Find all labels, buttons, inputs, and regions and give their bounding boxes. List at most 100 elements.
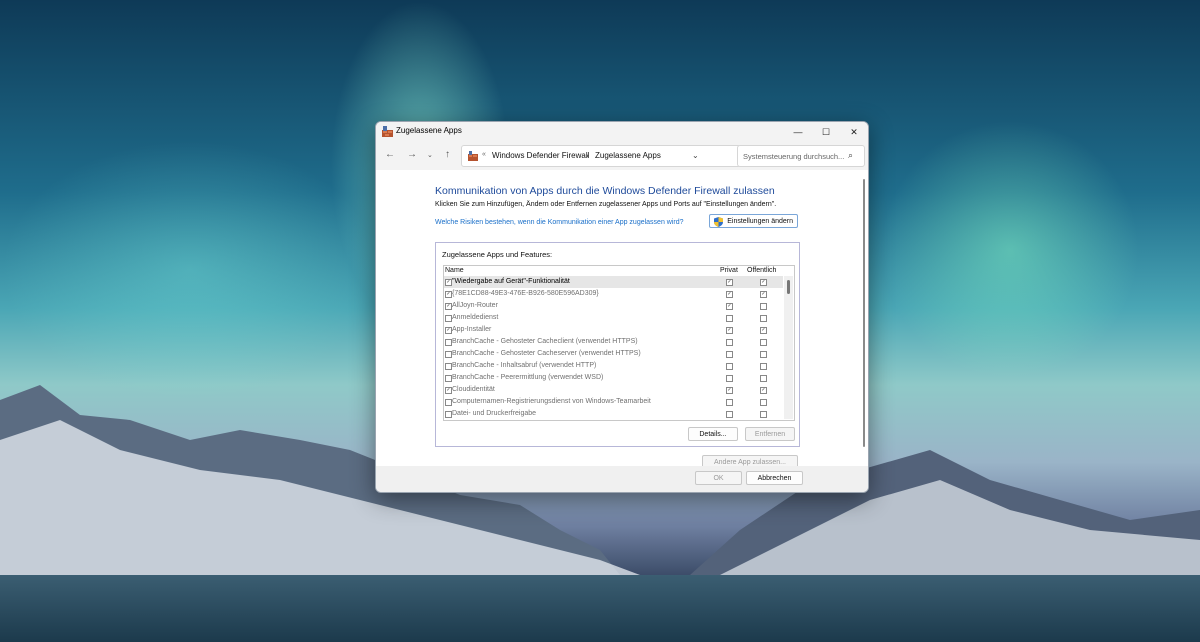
enable-checkbox[interactable] (445, 363, 452, 370)
app-name: Computernamen-Registrierungsdienst von W… (452, 398, 651, 405)
recent-locations-chevron-icon[interactable]: ⌄ (427, 151, 433, 159)
lake-water (0, 575, 1200, 642)
list-item[interactable]: BranchCache - Gehosteter Cacheserver (ve… (444, 348, 783, 360)
app-name: BranchCache - Inhaltsabruf (verwendet HT… (452, 362, 597, 369)
enable-checkbox[interactable] (445, 315, 452, 322)
private-checkbox[interactable] (726, 315, 733, 322)
list-item[interactable]: BranchCache - Peerermittlung (verwendet … (444, 372, 783, 384)
app-name: BranchCache - Gehosteter Cacheserver (ve… (452, 350, 641, 357)
search-input[interactable]: Systemsteuerung durchsuch... ⌕ (737, 145, 865, 167)
public-checkbox[interactable] (760, 411, 767, 418)
search-icon[interactable]: ⌕ (848, 150, 853, 161)
enable-checkbox[interactable]: ✓ (445, 303, 452, 310)
page-description: Klicken Sie zum Hinzufügen, Ändern oder … (435, 201, 777, 208)
page-heading: Kommunikation von Apps durch die Windows… (435, 185, 775, 197)
private-checkbox[interactable]: ✓ (726, 279, 733, 286)
allowed-apps-window: Zugelassene Apps — ☐ ✕ ← → ⌄ ↑ « Windows… (375, 121, 869, 493)
list-item[interactable]: ✓ "Wiedergabe auf Gerät"-Funktionalität … (444, 276, 783, 288)
risk-info-link[interactable]: Welche Risiken bestehen, wenn die Kommun… (435, 218, 705, 228)
details-button[interactable]: Details... (688, 427, 738, 441)
enable-checkbox[interactable] (445, 351, 452, 358)
change-settings-button[interactable]: Einstellungen ändern (709, 214, 798, 228)
navigation-bar: ← → ⌄ ↑ « Windows Defender Firewall › Zu… (376, 142, 868, 170)
public-checkbox[interactable] (760, 375, 767, 382)
address-overflow-chevron[interactable]: « (482, 151, 486, 158)
allowed-apps-group: Zugelassene Apps und Features: Name Priv… (435, 242, 800, 447)
private-checkbox[interactable] (726, 411, 733, 418)
column-header-private[interactable]: Privat (720, 267, 738, 274)
private-checkbox[interactable]: ✓ (726, 387, 733, 394)
minimize-button[interactable]: — (784, 122, 812, 142)
list-item[interactable]: Anmeldedienst (444, 312, 783, 324)
aurora-glow (0, 140, 380, 400)
private-checkbox[interactable] (726, 399, 733, 406)
change-settings-label: Einstellungen ändern (727, 218, 793, 225)
up-arrow-icon[interactable]: ↑ (445, 149, 450, 160)
app-name: Cloudidentität (452, 386, 495, 393)
private-checkbox[interactable] (726, 351, 733, 358)
app-name: BranchCache - Gehosteter Cacheclient (ve… (452, 338, 638, 345)
list-scrollbar[interactable] (784, 276, 793, 419)
close-button[interactable]: ✕ (840, 122, 868, 142)
list-item[interactable]: ✓ {78E1CD88-49E3-476E-B926-580E596AD309}… (444, 288, 783, 300)
remove-button[interactable]: Entfernen (745, 427, 795, 441)
private-checkbox[interactable]: ✓ (726, 291, 733, 298)
list-item[interactable]: ✓ App-Installer ✓ ✓ (444, 324, 783, 336)
breadcrumb-separator-icon: › (586, 151, 589, 160)
ok-button[interactable]: OK (695, 471, 742, 485)
enable-checkbox[interactable]: ✓ (445, 279, 452, 286)
enable-checkbox[interactable]: ✓ (445, 327, 452, 334)
firewall-icon (382, 126, 393, 137)
list-item[interactable]: BranchCache - Inhaltsabruf (verwendet HT… (444, 360, 783, 372)
public-checkbox[interactable] (760, 351, 767, 358)
dialog-footer: OK Abbrechen (376, 466, 868, 492)
list-item[interactable]: BranchCache - Gehosteter Cacheclient (ve… (444, 336, 783, 348)
private-checkbox[interactable]: ✓ (726, 327, 733, 334)
back-arrow-icon[interactable]: ← (385, 149, 395, 160)
list-item[interactable]: Computernamen-Registrierungsdienst von W… (444, 396, 783, 408)
uac-shield-icon (714, 217, 723, 227)
maximize-button[interactable]: ☐ (812, 122, 840, 142)
public-checkbox[interactable] (760, 363, 767, 370)
enable-checkbox[interactable] (445, 375, 452, 382)
public-checkbox[interactable]: ✓ (760, 327, 767, 334)
private-checkbox[interactable] (726, 339, 733, 346)
enable-checkbox[interactable]: ✓ (445, 291, 452, 298)
public-checkbox[interactable]: ✓ (760, 279, 767, 286)
public-checkbox[interactable] (760, 315, 767, 322)
public-checkbox[interactable]: ✓ (760, 387, 767, 394)
forward-arrow-icon[interactable]: → (407, 149, 417, 160)
list-scrollbar-thumb[interactable] (787, 280, 790, 294)
private-checkbox[interactable] (726, 375, 733, 382)
breadcrumb-allowed-apps[interactable]: Zugelassene Apps (595, 151, 661, 160)
public-checkbox[interactable]: ✓ (760, 291, 767, 298)
page-scrollbar[interactable] (860, 175, 868, 460)
breadcrumb-firewall[interactable]: Windows Defender Firewall (492, 151, 589, 160)
enable-checkbox[interactable] (445, 411, 452, 418)
enable-checkbox[interactable] (445, 399, 452, 406)
address-dropdown-chevron-icon[interactable]: ⌄ (692, 151, 699, 160)
list-item[interactable]: Datei- und Druckerfreigabe (444, 408, 783, 420)
app-name: AllJoyn-Router (452, 302, 498, 309)
aurora-glow (880, 120, 1140, 380)
window-title: Zugelassene Apps (396, 126, 462, 135)
enable-checkbox[interactable]: ✓ (445, 387, 452, 394)
allowed-apps-list[interactable]: Name Privat Öffentlich ✓ "Wiedergabe auf… (443, 265, 795, 421)
app-name: BranchCache - Peerermittlung (verwendet … (452, 374, 604, 381)
list-item[interactable]: ✓ Cloudidentität ✓ ✓ (444, 384, 783, 396)
column-header-public[interactable]: Öffentlich (747, 267, 776, 274)
public-checkbox[interactable] (760, 303, 767, 310)
list-item[interactable]: ✓ AllJoyn-Router ✓ (444, 300, 783, 312)
column-header-name[interactable]: Name (445, 267, 464, 274)
app-name: Datei- und Druckerfreigabe (452, 410, 537, 417)
address-bar[interactable]: « Windows Defender Firewall › Zugelassen… (461, 145, 809, 167)
private-checkbox[interactable]: ✓ (726, 303, 733, 310)
app-name: {78E1CD88-49E3-476E-B926-580E596AD309} (452, 290, 599, 297)
cancel-button[interactable]: Abbrechen (746, 471, 803, 485)
private-checkbox[interactable] (726, 363, 733, 370)
public-checkbox[interactable] (760, 339, 767, 346)
enable-checkbox[interactable] (445, 339, 452, 346)
page-scrollbar-thumb[interactable] (863, 179, 865, 447)
public-checkbox[interactable] (760, 399, 767, 406)
search-placeholder: Systemsteuerung durchsuch... (743, 152, 845, 161)
